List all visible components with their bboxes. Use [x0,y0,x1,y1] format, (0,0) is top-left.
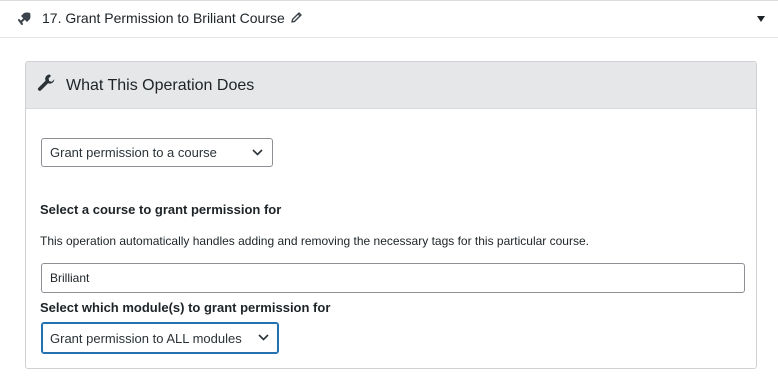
caret-down-icon[interactable] [757,16,765,22]
module-select[interactable]: Grant permission to ALL modules [41,322,279,354]
operation-panel: 17. Grant Permission to Briliant Course … [0,0,778,376]
pencil-icon[interactable] [290,11,303,24]
course-description: This operation automatically handles add… [40,234,589,248]
wrench-icon [37,74,55,91]
chevron-down-icon [258,334,269,341]
module-select-value: Grant permission to ALL modules [50,330,242,346]
rocket-strike-icon [18,12,31,25]
operation-type-select[interactable]: Grant permission to a course [41,138,273,167]
operation-title-text: 17. Grant Permission to Briliant Course [42,10,285,26]
operation-type-value: Grant permission to a course [50,145,217,160]
module-label: Select which module(s) to grant permissi… [40,300,331,315]
box-title: What This Operation Does [66,77,255,94]
box-header: What This Operation Does [26,62,756,109]
course-label: Select a course to grant permission for [40,202,282,217]
operation-header[interactable]: 17. Grant Permission to Briliant Course [0,1,778,38]
operation-settings-box: What This Operation Does Grant permissio… [25,61,757,369]
operation-title: 17. Grant Permission to Briliant Course [42,10,303,26]
chevron-down-icon [252,148,263,156]
course-input[interactable]: Brilliant [41,263,745,293]
course-input-value: Brilliant [50,271,90,285]
